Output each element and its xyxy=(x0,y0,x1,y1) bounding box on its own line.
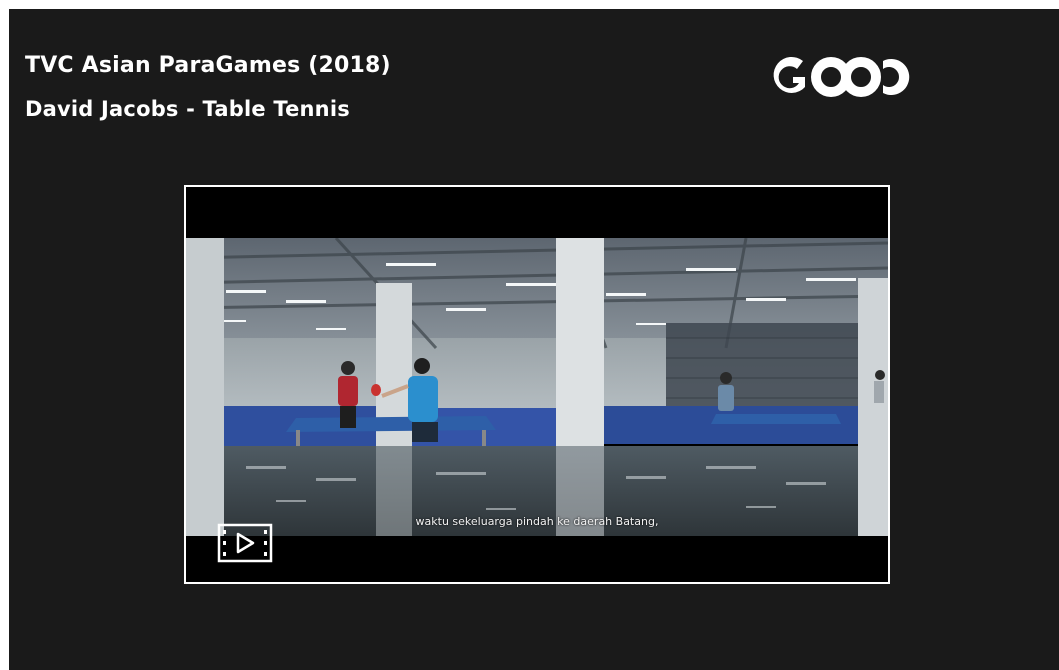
video-frame-image xyxy=(186,238,888,536)
video-player[interactable]: waktu sekeluarga pindah ke daerah Batang… xyxy=(184,185,890,584)
slide: TVC Asian ParaGames (2018) David Jacobs … xyxy=(9,9,1059,670)
slide-subtitle: David Jacobs - Table Tennis xyxy=(25,97,350,121)
film-play-icon[interactable] xyxy=(217,523,273,563)
good-logo-graphic xyxy=(773,56,910,97)
video-subtitle-caption: waktu sekeluarga pindah ke daerah Batang… xyxy=(415,515,659,528)
good-logo: GOOD xyxy=(765,47,945,107)
slide-title: TVC Asian ParaGames (2018) xyxy=(25,53,391,78)
